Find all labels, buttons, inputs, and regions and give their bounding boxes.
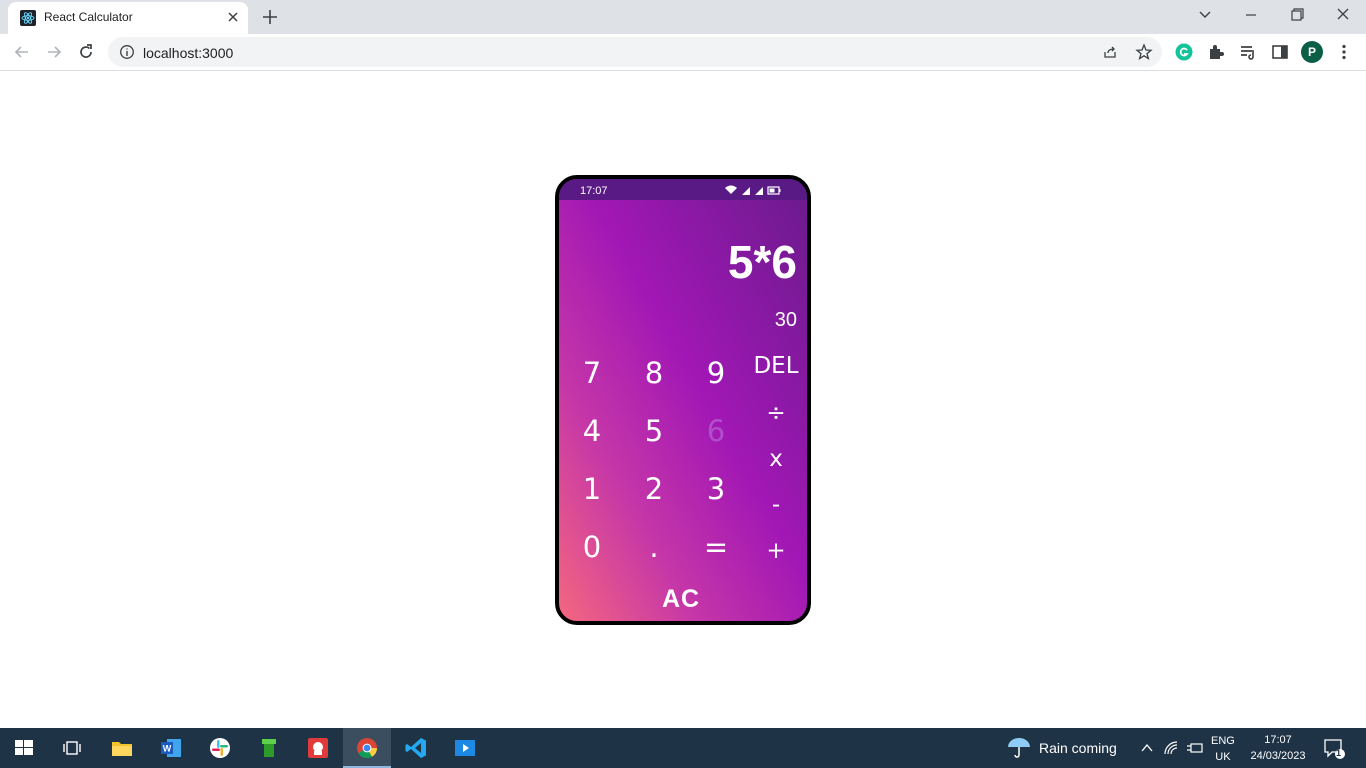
browser-toolbar: localhost:3000 P xyxy=(0,34,1366,71)
phone-status-bar: 17:07 xyxy=(559,179,807,200)
keyboard-layout: UK xyxy=(1215,751,1231,763)
key-divide[interactable]: ÷ xyxy=(746,397,806,429)
start-button[interactable] xyxy=(0,728,48,768)
calculator-phone: 17:07 5*6 30 7 8 9 4 5 6 1 2 3 0 . = DEL… xyxy=(555,175,811,625)
windows-logo-icon xyxy=(15,740,33,755)
key-8[interactable]: 8 xyxy=(624,353,684,393)
task-view-button[interactable] xyxy=(48,728,96,768)
weather-text[interactable]: Rain coming xyxy=(1039,740,1117,756)
key-7[interactable]: 7 xyxy=(562,353,622,393)
taskbar-green-app[interactable] xyxy=(245,728,293,768)
key-3[interactable]: 3 xyxy=(686,469,746,509)
back-icon[interactable] xyxy=(12,42,32,62)
key-add[interactable]: + xyxy=(746,535,806,567)
taskbar-red-app[interactable] xyxy=(294,728,342,768)
taskbar-slack[interactable] xyxy=(196,728,244,768)
grammarly-icon[interactable] xyxy=(1174,42,1194,62)
system-clock[interactable]: 17:07 24/03/2023 xyxy=(1244,732,1312,764)
signal-icon-2 xyxy=(755,187,763,195)
close-tab-icon[interactable] xyxy=(224,8,242,26)
vscode-icon xyxy=(405,738,426,758)
key-decimal[interactable]: . xyxy=(624,527,684,567)
info-icon[interactable] xyxy=(119,44,135,60)
bookmark-star-icon[interactable] xyxy=(1135,43,1153,61)
browser-tab[interactable]: React Calculator xyxy=(8,2,248,34)
calculator-expression: 5*6 xyxy=(727,236,797,288)
language-code: ENG xyxy=(1211,735,1235,747)
signal-icon xyxy=(742,187,750,195)
share-icon[interactable] xyxy=(1102,44,1118,60)
calculator-result: 30 xyxy=(774,309,797,331)
taskbar-word[interactable]: W xyxy=(147,728,195,768)
key-1[interactable]: 1 xyxy=(562,469,622,509)
key-equals[interactable]: = xyxy=(686,527,746,567)
key-delete[interactable]: DEL xyxy=(746,350,806,382)
taskbar: W Rain coming ENG UK 17:07 24/03/2023 1 xyxy=(0,728,1366,768)
extensions-icon[interactable] xyxy=(1206,42,1226,62)
weather-umbrella-icon[interactable] xyxy=(1006,737,1032,759)
address-bar[interactable]: localhost:3000 xyxy=(108,37,1162,67)
network-icon[interactable] xyxy=(1163,740,1179,756)
input-language[interactable]: ENG UK xyxy=(1211,733,1235,765)
notifications-icon[interactable] xyxy=(1323,738,1347,760)
key-all-clear[interactable]: AC xyxy=(641,581,721,617)
taskbar-vscode[interactable] xyxy=(392,728,440,768)
key-multiply[interactable]: x xyxy=(746,443,806,475)
clock-date: 24/03/2023 xyxy=(1250,750,1306,762)
slack-icon xyxy=(210,738,230,758)
chrome-icon xyxy=(357,738,378,759)
react-logo-icon xyxy=(20,10,36,26)
key-2[interactable]: 2 xyxy=(624,469,684,509)
clock-time: 17:07 xyxy=(1264,734,1292,746)
url-text: localhost:3000 xyxy=(143,45,234,61)
key-subtract[interactable]: - xyxy=(746,489,806,521)
taskbar-chrome[interactable] xyxy=(343,728,391,768)
key-0[interactable]: 0 xyxy=(562,527,622,567)
new-tab-icon[interactable] xyxy=(260,7,280,27)
close-window-icon[interactable] xyxy=(1330,5,1356,25)
green-bin-icon xyxy=(262,739,276,757)
battery-plug-icon[interactable] xyxy=(1186,740,1204,756)
reading-list-icon[interactable] xyxy=(1238,42,1258,62)
svg-text:W: W xyxy=(163,744,172,754)
wifi-icon xyxy=(725,185,737,194)
tab-search-icon[interactable] xyxy=(1192,5,1218,25)
task-view-icon xyxy=(63,741,81,755)
folder-icon xyxy=(112,742,132,756)
key-6[interactable]: 6 xyxy=(686,411,746,451)
minimize-icon[interactable] xyxy=(1238,5,1264,25)
status-time: 17:07 xyxy=(580,185,608,197)
key-4[interactable]: 4 xyxy=(562,411,622,451)
notification-count: 1 xyxy=(1336,748,1342,758)
word-icon: W xyxy=(161,739,181,757)
profile-avatar[interactable]: P xyxy=(1301,41,1323,63)
key-9[interactable]: 9 xyxy=(686,353,746,393)
tab-title: React Calculator xyxy=(44,10,133,24)
forward-icon[interactable] xyxy=(44,42,64,62)
reload-icon[interactable] xyxy=(76,42,96,62)
key-5[interactable]: 5 xyxy=(624,411,684,451)
red-app-icon xyxy=(308,738,328,758)
side-panel-icon[interactable] xyxy=(1270,42,1290,62)
taskbar-file-explorer[interactable] xyxy=(98,728,146,768)
status-icons xyxy=(725,185,781,195)
menu-kebab-icon[interactable] xyxy=(1334,42,1354,62)
tab-strip: React Calculator xyxy=(0,0,1366,34)
restore-icon[interactable] xyxy=(1284,5,1310,25)
show-hidden-icons-icon[interactable] xyxy=(1139,740,1155,756)
video-player-icon xyxy=(455,740,475,756)
taskbar-video-app[interactable] xyxy=(441,728,489,768)
